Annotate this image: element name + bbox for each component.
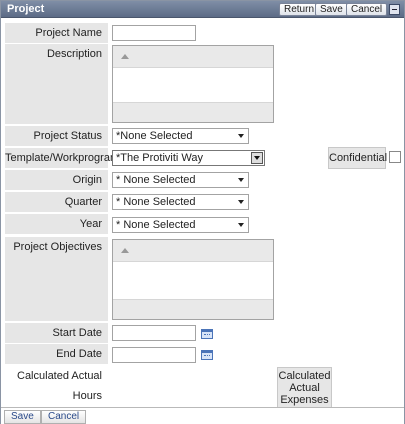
- project-window: Project Return Save Cancel Project Name …: [0, 0, 405, 424]
- minimize-icon[interactable]: [389, 4, 400, 15]
- objectives-toolbar: [113, 240, 273, 262]
- objectives-editor[interactable]: [112, 239, 274, 320]
- save-button[interactable]: Save: [4, 410, 41, 424]
- quarter-select[interactable]: * None Selected: [112, 194, 249, 210]
- origin-select[interactable]: * None Selected: [112, 172, 249, 188]
- origin-value: * None Selected: [116, 174, 196, 186]
- chevron-down-icon: [238, 178, 244, 182]
- chevron-down-icon: [238, 134, 244, 138]
- calc-expenses-line1: Calculated: [278, 370, 331, 382]
- start-date-label: Start Date: [5, 323, 108, 343]
- objectives-label: Project Objectives: [5, 237, 108, 321]
- project-status-select[interactable]: *None Selected: [112, 128, 249, 144]
- chevron-up-icon[interactable]: [121, 248, 129, 253]
- calendar-icon[interactable]: [201, 329, 213, 339]
- year-select[interactable]: * None Selected: [112, 217, 249, 233]
- origin-label: Origin: [5, 170, 108, 190]
- chevron-up-icon[interactable]: [121, 54, 129, 59]
- project-status-value: *None Selected: [116, 130, 193, 142]
- description-label: Description: [5, 44, 108, 124]
- chevron-down-icon: [238, 223, 244, 227]
- confidential-checkbox[interactable]: [389, 151, 401, 163]
- description-footer: [113, 102, 273, 122]
- return-button[interactable]: Return: [279, 3, 320, 16]
- end-date-label: End Date: [5, 344, 108, 364]
- template-label: Template/Workprogram: [5, 148, 119, 168]
- start-date-input[interactable]: [112, 325, 196, 341]
- cancel-button-top[interactable]: Cancel: [346, 3, 388, 16]
- quarter-label: Quarter: [5, 192, 108, 212]
- window-title: Project: [7, 3, 45, 15]
- chevron-down-icon: [251, 152, 263, 164]
- template-select[interactable]: *The Protiviti Way: [112, 150, 265, 166]
- description-toolbar: [113, 46, 273, 68]
- calc-hours-label: Calculated Actual Hours: [17, 370, 102, 402]
- year-value: * None Selected: [116, 219, 196, 231]
- calc-expenses-line2: Actual: [289, 382, 320, 394]
- save-button-top[interactable]: Save: [315, 3, 348, 16]
- end-date-input[interactable]: [112, 347, 196, 363]
- title-bar: Project Return Save Cancel: [1, 1, 404, 18]
- calc-expenses-label: Calculated Actual Expenses: [277, 367, 332, 409]
- project-status-label: Project Status: [5, 126, 108, 146]
- cancel-button[interactable]: Cancel: [41, 410, 87, 424]
- template-value: *The Protiviti Way: [116, 152, 204, 164]
- project-name-label: Project Name: [5, 23, 108, 43]
- calc-expenses-line3: Expenses: [280, 394, 329, 406]
- quarter-value: * None Selected: [116, 196, 196, 208]
- project-name-input[interactable]: [112, 25, 196, 41]
- year-label: Year: [5, 214, 108, 234]
- confidential-label: Confidential: [328, 147, 387, 169]
- description-editor[interactable]: [112, 45, 274, 123]
- chevron-down-icon: [238, 200, 244, 204]
- objectives-footer: [113, 299, 273, 319]
- calendar-icon[interactable]: [201, 350, 213, 360]
